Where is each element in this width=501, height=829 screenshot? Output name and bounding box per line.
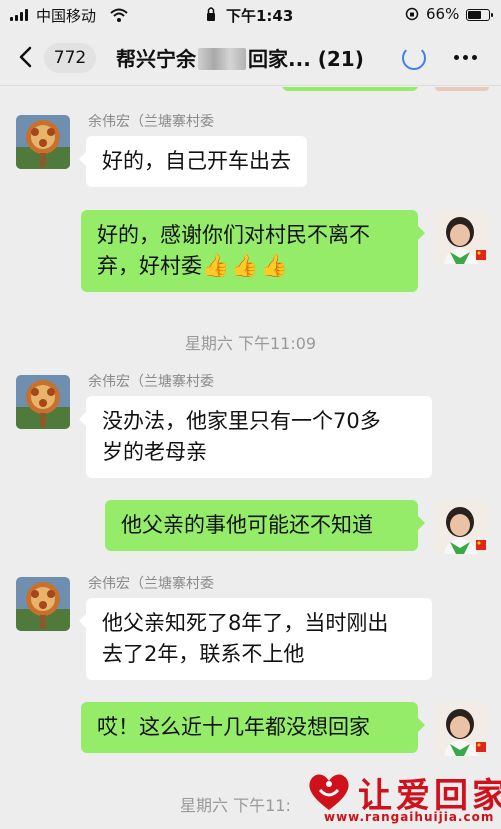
sender-name: 余伟宏（兰塘寨村委 — [88, 576, 214, 592]
status-bar: 中国移动 下午1:43 66% — [0, 0, 501, 30]
sender-name: 余伟宏（兰塘寨村委 — [88, 114, 214, 130]
unread-count-badge[interactable]: 772 — [44, 43, 96, 73]
thumbs-up-emoji: 👍👍👍 — [202, 254, 291, 279]
partial-avatar — [435, 87, 489, 91]
watermark-url: www.rangaihuijia.com — [324, 810, 495, 824]
avatar-self[interactable] — [434, 702, 488, 756]
battery-fill — [468, 11, 481, 19]
loading-spinner-icon — [402, 46, 426, 70]
message-text-line: 去了2年，联系不上他 — [102, 642, 305, 666]
battery-icon — [466, 9, 493, 21]
message-text-line: 没办法，他家里只有一个70多 — [102, 409, 381, 433]
message-bubble-outgoing[interactable]: 他父亲的事他可能还不知道 — [105, 500, 425, 551]
partial-message-bubble — [282, 87, 418, 91]
wifi-icon — [110, 8, 128, 22]
avatar-self[interactable] — [434, 500, 488, 554]
avatar-village-committee[interactable] — [16, 577, 70, 631]
more-options-icon[interactable] — [452, 55, 480, 61]
message-text-line: 弃，好村委 — [97, 254, 202, 278]
battery-percentage: 66% — [426, 5, 460, 23]
time-divider: 星期六 下午11:09 — [184, 334, 317, 353]
message-bubble-incoming[interactable]: 他父亲知死了8年了，当时刚出 去了2年，联系不上他 — [79, 598, 432, 680]
message-text-line: 好的，感谢你们对村民不离不 — [97, 223, 370, 247]
message-text-line: 他父亲知死了8年了，当时刚出 — [102, 611, 389, 635]
watermark-logo: 让爱回家 www.rangaihuijia.com — [302, 768, 501, 829]
carrier-name: 中国移动 — [36, 7, 97, 25]
message-bubble-outgoing[interactable]: 哎！这么近十几年都没想回家 — [81, 702, 425, 753]
lock-icon — [207, 7, 215, 21]
message-list[interactable]: 余伟宏（兰塘寨村委 好的，自己开车出去 好的，感谢你们对村民不离不 弃，好村委👍… — [0, 87, 501, 829]
orientation-lock-icon — [405, 7, 419, 21]
message-bubble-incoming[interactable]: 没办法，他家里只有一个70多 岁的老母亲 — [79, 396, 432, 478]
sender-name: 余伟宏（兰塘寨村委 — [88, 374, 214, 390]
avatar-self[interactable] — [434, 210, 488, 264]
message-bubble-incoming[interactable]: 好的，自己开车出去 — [79, 136, 307, 187]
message-text: 他父亲的事他可能还不知道 — [121, 513, 373, 537]
chat-title-prefix: 帮兴宁余 — [116, 47, 196, 71]
clock: 下午1:43 — [226, 7, 294, 25]
chat-title-suffix: 回家... (21) — [248, 47, 364, 71]
message-text-line: 岁的老母亲 — [102, 440, 207, 464]
back-arrow-icon[interactable] — [18, 46, 32, 68]
redacted-name — [198, 48, 246, 70]
message-text: 好的，自己开车出去 — [102, 149, 291, 173]
chat-header: 772 帮兴宁余 回家... (21) — [0, 30, 501, 86]
message-bubble-outgoing[interactable]: 好的，感谢你们对村民不离不 弃，好村委👍👍👍 — [81, 210, 425, 292]
chat-title: 帮兴宁余 回家... (21) — [116, 43, 364, 72]
message-text: 哎！这么近十几年都没想回家 — [97, 715, 370, 739]
signal-strength-icon — [10, 9, 30, 21]
avatar-village-committee[interactable] — [16, 375, 70, 429]
heart-hands-icon — [309, 774, 349, 810]
avatar-village-committee[interactable] — [16, 115, 70, 169]
